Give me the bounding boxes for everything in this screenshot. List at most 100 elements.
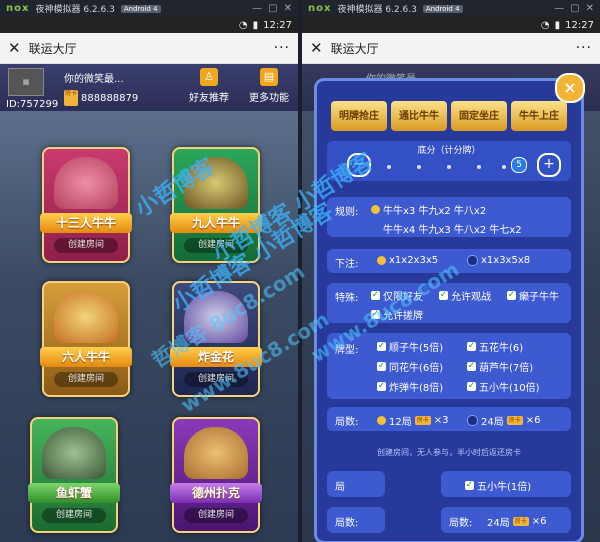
rounds-cost: ×6	[525, 415, 541, 426]
more-functions-button[interactable]: ▤ 更多功能	[244, 68, 294, 104]
status-bar: ◔ ▮ 12:27	[0, 17, 298, 33]
game-card-texas-poker[interactable]: 德州扑克 创建房间	[170, 417, 262, 533]
room-card-icon: 房卡	[414, 416, 431, 425]
game-name: 鱼虾蟹	[28, 483, 120, 503]
five-small-option[interactable]: ✓ 五小牛(1倍)	[465, 478, 531, 493]
special-option-friends[interactable]: ✓ 仅限好友	[371, 288, 423, 303]
game-card-9-niuniu[interactable]: 九人牛牛 创建房间	[170, 147, 262, 263]
create-room-button[interactable]: 创建房间	[184, 508, 248, 523]
rounds-option-12[interactable]: 12局 房卡 ×3	[377, 413, 448, 428]
create-room-button[interactable]: 创建房间	[42, 508, 106, 523]
game-name: 六人牛牛	[40, 347, 132, 367]
rule-option-1[interactable]: 牛牛x3 牛九x2 牛八x2	[371, 202, 486, 217]
bull-mascot-icon	[184, 157, 248, 209]
bet-option-2[interactable]: x1x3x5x8	[467, 255, 530, 266]
game-card-13-niuniu[interactable]: 十三人牛牛 创建房间	[40, 147, 132, 263]
emulator-title: 夜神模拟器 6.2.6.3	[337, 5, 417, 15]
card-types-row: 牌型: ✓ 顺子牛(5倍) ✓ 五花牛(6) ✓ 同花牛(6倍) ✓ 葫芦牛(7倍) ✓…	[327, 333, 571, 399]
checkbox-checked: ✓	[377, 341, 386, 351]
card-type-hulu[interactable]: ✓ 葫芦牛(7倍)	[467, 359, 533, 374]
friend-recommend-label: 好友推荐	[189, 93, 229, 104]
checkbox-checked: ✓	[439, 290, 448, 300]
game-card-zhajinhua[interactable]: 炸金花 创建房间	[170, 281, 262, 397]
special-option-label: 允许搓牌	[383, 311, 423, 322]
emulator-titlebar: nox 夜神模拟器 6.2.6.3 Android 4 — ▢ ✕	[0, 0, 298, 17]
bottom-left-row: 局	[327, 471, 385, 497]
friend-recommend-button[interactable]: ♙ 好友推荐	[184, 68, 234, 104]
trophy-icon	[184, 427, 248, 479]
tab-guding[interactable]: 固定坐庄	[451, 101, 507, 131]
android-version-badge: Android 4	[422, 4, 463, 13]
room-card-icon: 房卡	[506, 416, 523, 425]
bottom-rounds-cost: ×6	[531, 516, 547, 527]
rounds-row: 局数: 12局 房卡 ×3 24局 房卡 ×6	[327, 407, 571, 431]
base-score-value[interactable]: 5	[511, 157, 527, 173]
bottom-rounds-value[interactable]: 24局 房卡 ×6	[487, 514, 546, 529]
card-type-wuhua[interactable]: ✓ 五花牛(6)	[467, 339, 523, 354]
card-type-shunzi[interactable]: ✓ 顺子牛(5倍)	[377, 339, 443, 354]
card-type-label: 五花牛(6)	[479, 343, 524, 354]
bet-option-2-label: x1x3x5x8	[481, 255, 531, 266]
tab-tongbi[interactable]: 通比牛牛	[391, 101, 447, 131]
avatar[interactable]: ▦	[8, 68, 44, 96]
bet-row: 下注: x1x2x3x5 x1x3x5x8	[327, 249, 571, 273]
create-room-button[interactable]: 创建房间	[54, 372, 118, 387]
game-card-6-niuniu[interactable]: 六人牛牛 创建房间	[40, 281, 132, 397]
checkbox-checked: ✓	[465, 480, 474, 490]
create-room-button[interactable]: 创建房间	[184, 238, 248, 253]
slider-dot	[502, 165, 506, 169]
user-id: ID:757299	[6, 99, 59, 110]
window-maximize-icon[interactable]: ▢	[570, 3, 579, 14]
page-title: 联运大厅	[330, 41, 379, 56]
window-minimize-icon[interactable]: —	[252, 3, 262, 14]
create-room-button[interactable]: 创建房间	[184, 372, 248, 387]
card-type-wuxiao[interactable]: ✓ 五小牛(10倍)	[467, 379, 540, 394]
slider-dot	[387, 165, 391, 169]
close-icon[interactable]: ✕	[310, 39, 323, 57]
room-card-icon: 房卡	[64, 90, 78, 106]
five-small-label: 五小牛(1倍)	[477, 482, 532, 493]
checkbox-checked: ✓	[377, 381, 386, 391]
window-maximize-icon[interactable]: ▢	[268, 3, 277, 14]
signal-icon: ▮	[554, 19, 561, 31]
dialog-close-button[interactable]: ×	[555, 73, 585, 103]
special-label: 特殊:	[335, 293, 359, 304]
bet-option-1[interactable]: x1x2x3x5	[377, 255, 438, 266]
close-icon[interactable]: ✕	[8, 39, 21, 57]
card-type-zhadan[interactable]: ✓ 炸弹牛(8倍)	[377, 379, 443, 394]
window-minimize-icon[interactable]: —	[554, 3, 564, 14]
status-time: 12:27	[263, 19, 292, 31]
more-functions-icon: ▤	[260, 68, 278, 86]
special-option-laizi[interactable]: ✓ 癞子牛牛	[507, 288, 559, 303]
tab-mingpai[interactable]: 明牌抢庄	[331, 101, 387, 131]
lobby-header: ▦ 你的微笑最... ID:757299 房卡 888888879 ♙ 好友推荐…	[0, 64, 298, 112]
game-card-yuxiaxie[interactable]: 鱼虾蟹 创建房间	[28, 417, 120, 533]
rules-label: 规则:	[335, 207, 359, 218]
window-close-icon[interactable]: ✕	[284, 3, 292, 14]
create-room-button[interactable]: 创建房间	[54, 238, 118, 253]
game-lobby: 十三人牛牛 创建房间 九人牛牛 创建房间 六人牛牛 创建房间 炸金花 创建房间 …	[0, 111, 298, 542]
base-minus-button[interactable]: −	[347, 153, 371, 177]
special-option-label: 允许观战	[451, 292, 491, 303]
rule-option-2[interactable]: 牛牛x4 牛九x3 牛八x2 牛七x2	[383, 221, 522, 236]
create-room-dialog: × 明牌抢庄 通比牛牛 固定坐庄 牛牛上庄 底分（计分牌） − 5 + 规则: …	[314, 73, 585, 542]
bottom-rounds-right: 局数: 24局 房卡 ×6	[441, 507, 571, 533]
more-menu-icon[interactable]: ···	[274, 40, 290, 56]
checkbox-checked: ✓	[467, 381, 476, 391]
more-menu-icon[interactable]: ···	[576, 40, 592, 56]
room-card-balance: 房卡 888888879	[64, 90, 138, 106]
android-version-badge: Android 4	[120, 4, 161, 13]
rounds-label: 局数:	[335, 417, 359, 428]
emulator-logo: nox	[6, 3, 30, 14]
bull-mascot-icon	[54, 157, 118, 209]
tab-niuniu-shangzhuang[interactable]: 牛牛上庄	[511, 101, 567, 131]
rounds-option-24[interactable]: 24局 房卡 ×6	[467, 413, 540, 428]
card-types-label: 牌型:	[335, 345, 359, 356]
base-plus-button[interactable]: +	[537, 153, 561, 177]
card-type-tonghua[interactable]: ✓ 同花牛(6倍)	[377, 359, 443, 374]
radio-selected	[377, 256, 386, 265]
base-score-row: 底分（计分牌） − 5 +	[327, 141, 571, 181]
window-close-icon[interactable]: ✕	[586, 3, 594, 14]
special-option-watch[interactable]: ✓ 允许观战	[439, 288, 491, 303]
special-option-cuopai[interactable]: ✓ 允许搓牌	[371, 307, 423, 322]
